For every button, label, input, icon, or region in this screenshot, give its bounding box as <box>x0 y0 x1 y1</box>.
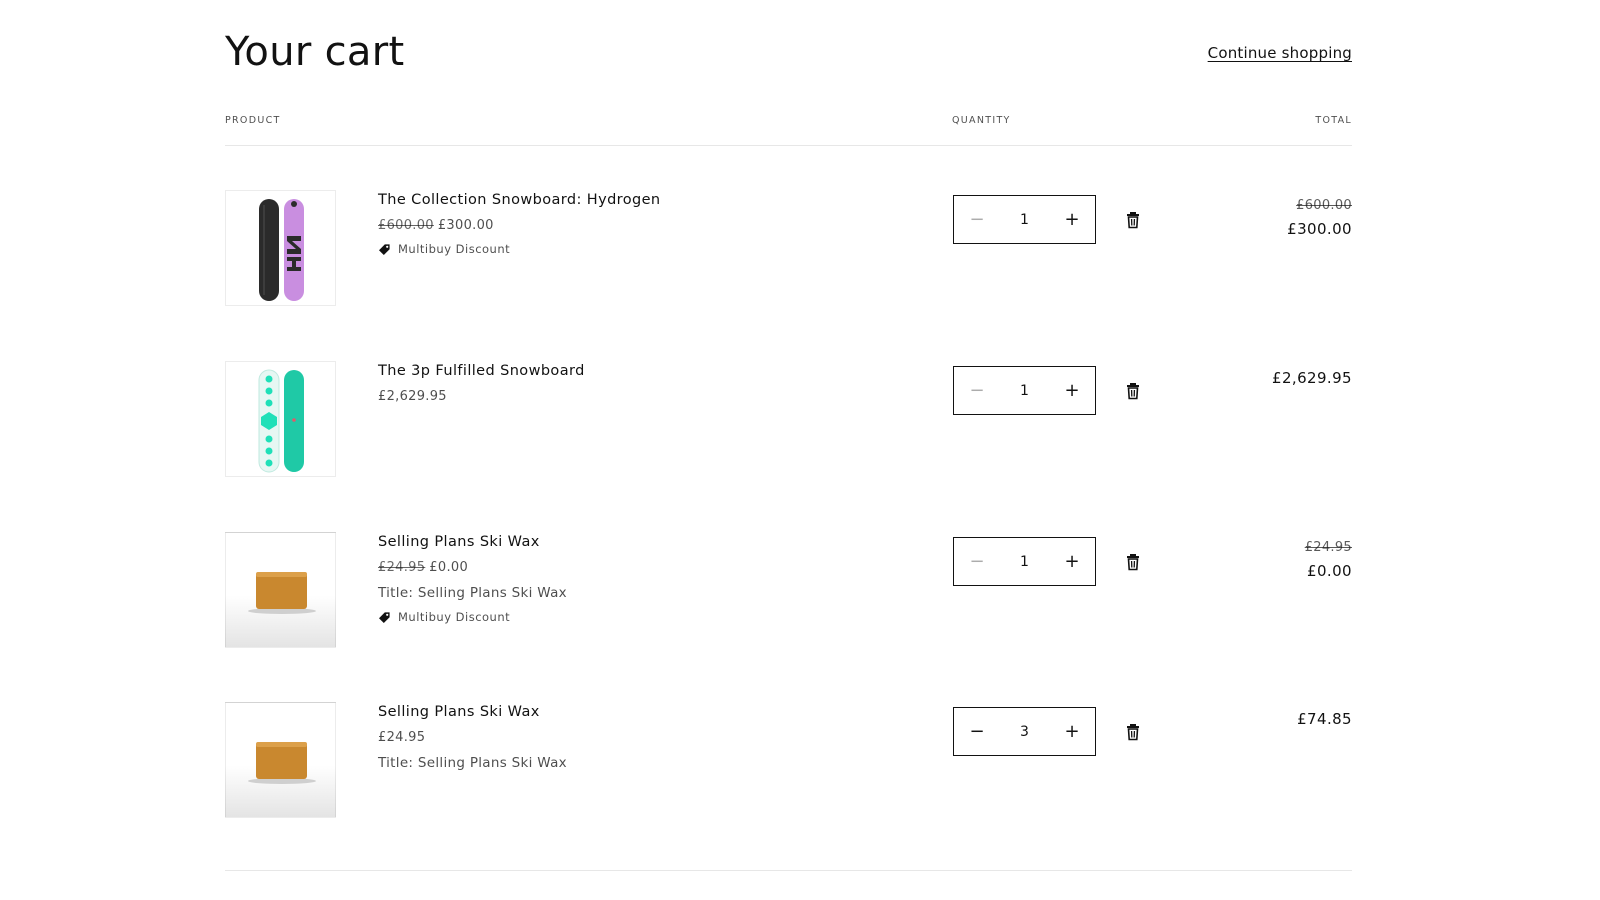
product-image-ski-wax[interactable] <box>225 702 336 818</box>
footer-divider <box>225 870 1352 871</box>
item-option: Title: Selling Plans Ski Wax <box>378 755 567 771</box>
quantity-minus-button[interactable]: − <box>954 708 1000 755</box>
line-total-price: £74.85 <box>1297 710 1352 728</box>
quantity-plus-button[interactable]: + <box>1049 196 1095 243</box>
item-title[interactable]: Selling Plans Ski Wax <box>378 704 567 720</box>
line-total-price: £0.00 <box>1307 562 1352 580</box>
product-image-snowboard-hydrogen[interactable] <box>225 190 336 306</box>
item-option: Title: Selling Plans Ski Wax <box>378 585 567 601</box>
line-total-price: £300.00 <box>1287 220 1352 238</box>
quantity-minus-button[interactable]: − <box>954 196 1000 243</box>
item-title[interactable]: The 3p Fulfilled Snowboard <box>378 363 585 379</box>
header-divider <box>225 145 1352 146</box>
line-total: £24.95 £0.00 <box>1305 540 1352 580</box>
item-original-price: £24.95 <box>378 560 426 575</box>
discount-label: Multibuy Discount <box>398 610 511 624</box>
cart-section: Your cart Continue shopping PRODUCT QUAN… <box>225 0 1352 871</box>
cart-item: Selling Plans Ski Wax £24.95 £0.00 Title:… <box>225 532 1352 650</box>
quantity-input[interactable] <box>1001 382 1048 399</box>
quantity-minus-button[interactable]: − <box>954 538 1000 585</box>
quantity-stepper: − + <box>953 537 1096 586</box>
quantity-stepper: − + <box>953 366 1096 415</box>
item-details: Selling Plans Ski Wax £24.95 Title: Sell… <box>378 702 567 771</box>
item-title[interactable]: Selling Plans Ski Wax <box>378 534 567 550</box>
line-total-original: £600.00 <box>1296 198 1352 213</box>
item-sale-price: £0.00 <box>429 560 469 575</box>
column-header-quantity: QUANTITY <box>952 115 1011 126</box>
cart-item: The Collection Snowboard: Hydrogen £600.… <box>225 190 1352 308</box>
item-price: £24.95 £0.00 <box>378 560 567 575</box>
quantity-plus-button[interactable]: + <box>1049 367 1095 414</box>
quantity-input[interactable] <box>1001 211 1048 228</box>
continue-shopping-link[interactable]: Continue shopping <box>1208 44 1352 62</box>
item-discount: Multibuy Discount <box>378 610 567 624</box>
item-price: £24.95 <box>378 730 567 745</box>
discount-label: Multibuy Discount <box>398 242 511 256</box>
product-image-snowboard-teal[interactable] <box>225 361 336 477</box>
quantity-plus-button[interactable]: + <box>1049 708 1095 755</box>
product-image-ski-wax[interactable] <box>225 532 336 648</box>
item-details: The 3p Fulfilled Snowboard £2,629.95 <box>378 361 585 404</box>
item-price: £600.00 £300.00 <box>378 218 661 233</box>
item-details: The Collection Snowboard: Hydrogen £600.… <box>378 190 661 256</box>
line-total-price: £2,629.95 <box>1272 369 1352 387</box>
trash-icon[interactable] <box>1124 552 1142 572</box>
line-total: £2,629.95 <box>1272 369 1352 387</box>
trash-icon[interactable] <box>1124 722 1142 742</box>
cart-header: Your cart Continue shopping <box>225 0 1352 100</box>
item-title[interactable]: The Collection Snowboard: Hydrogen <box>378 192 661 208</box>
item-price: £2,629.95 <box>378 389 585 404</box>
item-sale-price: £300.00 <box>437 218 494 233</box>
column-header-product: PRODUCT <box>225 115 281 126</box>
tag-icon <box>378 611 391 624</box>
quantity-minus-button[interactable]: − <box>954 367 1000 414</box>
line-total: £74.85 <box>1297 710 1352 728</box>
page-title: Your cart <box>225 29 405 75</box>
line-total-original: £24.95 <box>1304 540 1352 555</box>
item-original-price: £600.00 <box>378 218 434 233</box>
trash-icon[interactable] <box>1124 210 1142 230</box>
quantity-stepper: − + <box>953 195 1096 244</box>
cart-item: The 3p Fulfilled Snowboard £2,629.95 − +… <box>225 361 1352 479</box>
quantity-plus-button[interactable]: + <box>1049 538 1095 585</box>
column-header-total: TOTAL <box>1315 115 1352 126</box>
quantity-input[interactable] <box>1001 553 1048 570</box>
quantity-input[interactable] <box>1001 723 1048 740</box>
tag-icon <box>378 243 391 256</box>
quantity-stepper: − + <box>953 707 1096 756</box>
item-sale-price: £2,629.95 <box>378 389 447 404</box>
cart-page: Your cart Continue shopping PRODUCT QUAN… <box>0 0 1600 900</box>
item-details: Selling Plans Ski Wax £24.95 £0.00 Title:… <box>378 532 567 624</box>
cart-item: Selling Plans Ski Wax £24.95 Title: Sell… <box>225 702 1352 820</box>
item-sale-price: £24.95 <box>378 730 426 745</box>
item-discount: Multibuy Discount <box>378 242 661 256</box>
line-total: £600.00 £300.00 <box>1287 198 1352 238</box>
trash-icon[interactable] <box>1124 381 1142 401</box>
